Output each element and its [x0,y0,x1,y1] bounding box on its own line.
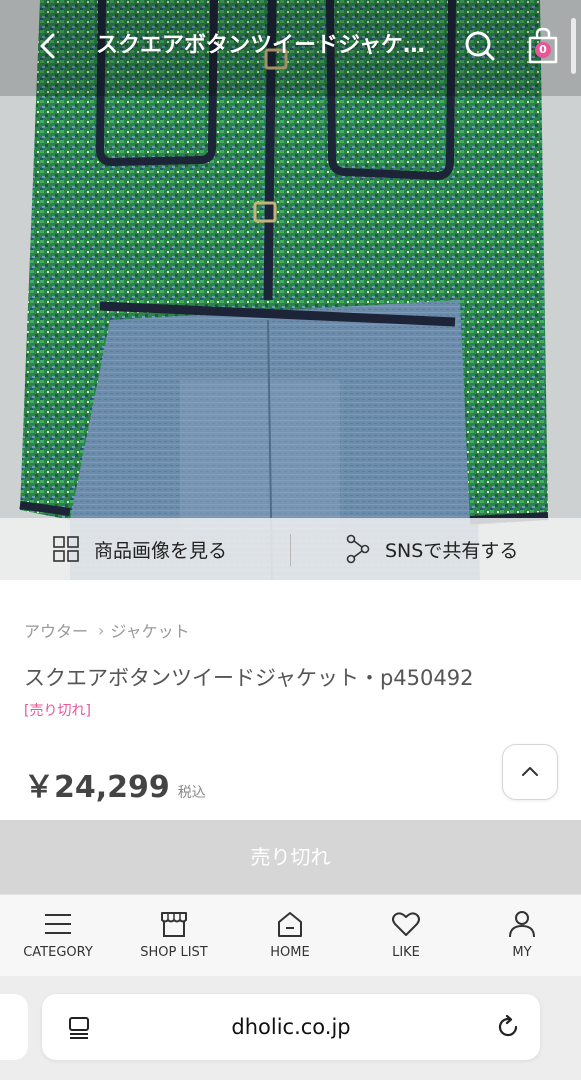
view-images-button[interactable]: 商品画像を見る [52,518,227,580]
url-text: dholic.co.jp [231,1015,351,1039]
nav-like-label: LIKE [392,945,420,960]
cart-button[interactable]: 0 [522,24,564,68]
breadcrumb-item-outer[interactable]: アウター [24,618,88,642]
nav-my-label: MY [512,945,532,960]
shop-icon [161,912,187,937]
browser-toolbar: dholic.co.jp [0,976,581,1080]
search-icon [465,31,495,61]
tax-label: 税込 [177,785,206,801]
bottom-nav: CATEGORY SHOP LIST HOME LIKE MY [0,894,581,976]
back-button[interactable] [28,26,68,66]
user-icon [509,911,535,938]
grid-icon [53,536,79,562]
nav-home[interactable]: HOME [232,895,348,977]
image-action-bar: 商品画像を見る SNSで共有する [0,518,581,580]
soldout-button[interactable]: 売り切れ [0,820,581,894]
cart-count-badge: 0 [535,42,551,58]
home-icon [278,912,302,937]
nav-category[interactable]: CATEGORY [0,895,116,977]
chevron-right-icon: › [98,620,105,640]
chevron-left-icon [40,33,55,59]
price: ￥24,299 税込 [24,762,206,806]
address-bar[interactable]: dholic.co.jp [42,994,540,1060]
product-name: スクエアボタンツイードジャケット・p450492 [24,666,474,690]
soldout-tag: [売り切れ] [24,703,91,719]
nav-home-label: HOME [270,945,310,960]
breadcrumb-item-jacket[interactable]: ジャケット [110,618,189,642]
search-button[interactable] [460,26,500,66]
top-header: スクエアボタンツイードジャケット 0 [0,0,581,96]
menu-icon [45,914,71,934]
share-icon [346,534,370,564]
chevron-up-icon [522,767,538,776]
share-sns-button[interactable]: SNSで共有する [345,518,518,580]
nav-my[interactable]: MY [464,895,580,977]
breadcrumb: アウター › ジャケット [24,618,190,642]
nav-like[interactable]: LIKE [348,895,464,977]
reload-icon[interactable] [494,1013,522,1041]
nav-shop-list-label: SHOP LIST [140,945,208,960]
scroll-to-top-button[interactable] [502,744,558,800]
nav-category-label: CATEGORY [23,945,93,960]
price-value: ￥24,299 [24,770,170,805]
product-page: スクエアボタンツイードジャケット 0 商品画像を見る SNSで共有する アウター… [0,0,581,1080]
previous-tab-preview[interactable] [0,994,28,1060]
heart-icon [392,912,420,936]
share-sns-label: SNSで共有する [385,539,519,562]
nav-shop-list[interactable]: SHOP LIST [116,895,232,977]
divider [290,534,291,566]
view-images-label: 商品画像を見る [94,539,228,562]
page-title: スクエアボタンツイードジャケット [96,33,446,58]
scrollbar[interactable] [571,18,576,74]
